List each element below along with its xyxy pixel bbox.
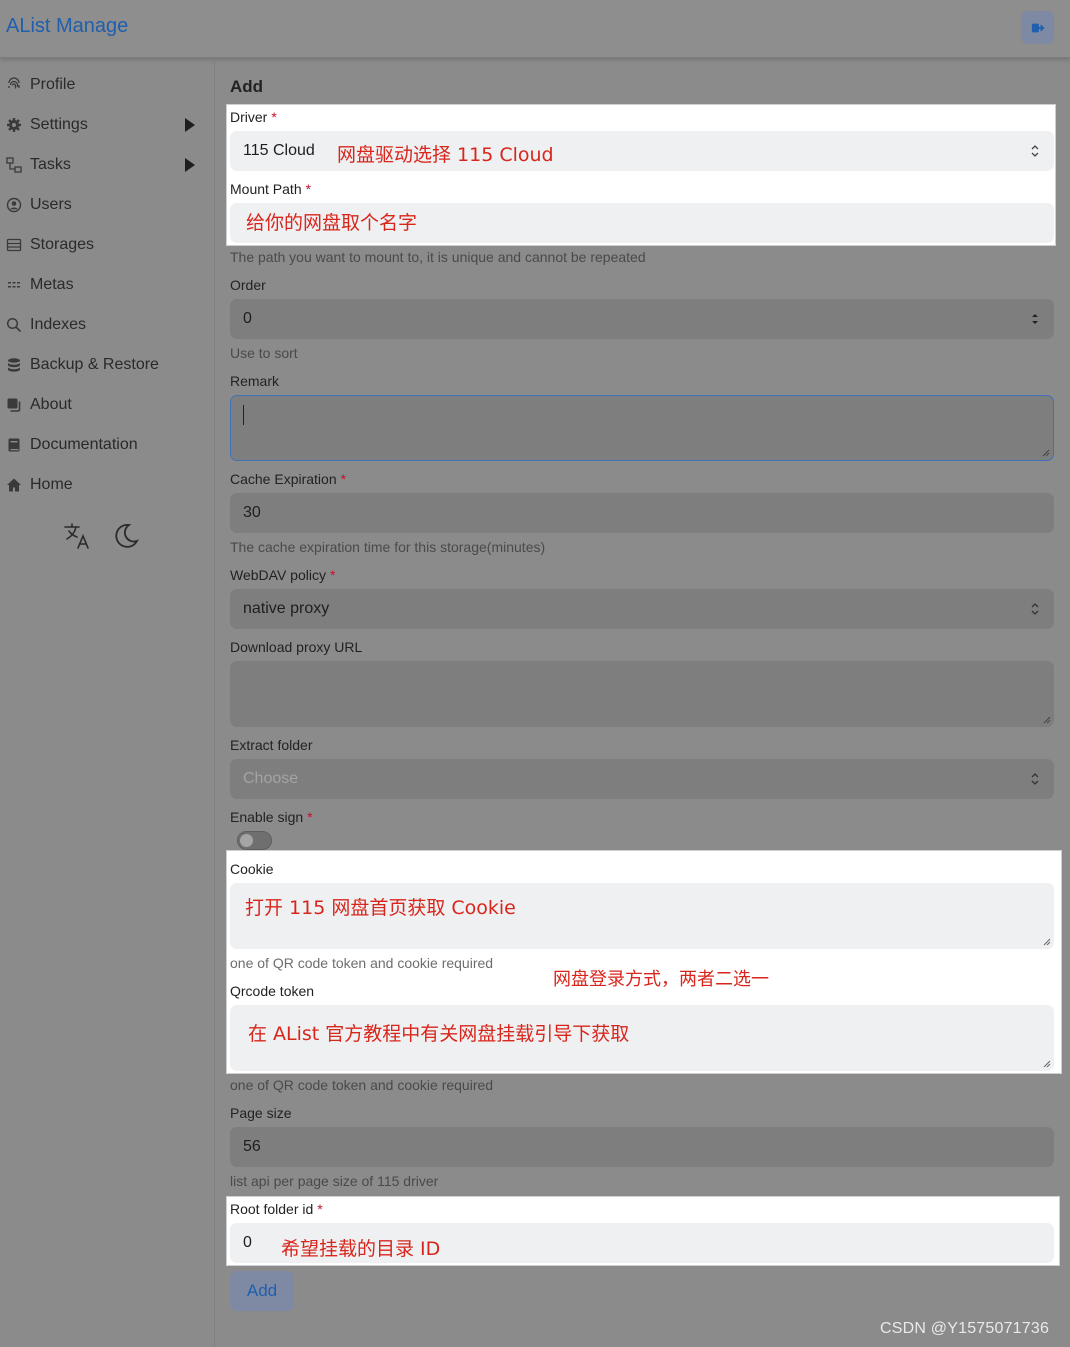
sidebar-item-label: Profile bbox=[30, 76, 76, 93]
enable-sign-label: Enable sign * bbox=[230, 809, 313, 825]
mount-path-label: Mount Path * bbox=[230, 181, 312, 197]
order-input[interactable]: 0 bbox=[230, 299, 1054, 339]
webdav-policy-select[interactable]: native proxy bbox=[230, 589, 1054, 629]
download-proxy-url-label: Download proxy URL bbox=[230, 639, 363, 655]
caret-right-icon bbox=[185, 158, 195, 172]
qrcode-token-label: Qrcode token bbox=[230, 983, 315, 999]
gear-icon bbox=[6, 117, 22, 133]
sidebar-item-documentation[interactable]: Documentation bbox=[0, 425, 214, 465]
chevron-updown-icon bbox=[1031, 145, 1039, 157]
resize-grip-icon[interactable] bbox=[1043, 1060, 1051, 1068]
sidebar-item-profile[interactable]: Profile bbox=[0, 65, 214, 105]
annotation-login-method: 网盘登录方式，两者二选一 bbox=[553, 969, 769, 990]
sidebar-item-label: Settings bbox=[30, 116, 88, 133]
translate-icon[interactable] bbox=[62, 521, 92, 551]
cookie-hint: one of QR code token and cookie required bbox=[230, 955, 494, 971]
annotation-cookie: 打开 115 网盘首页获取 Cookie bbox=[245, 897, 516, 919]
cache-expiration-input[interactable]: 30 bbox=[230, 493, 1054, 533]
annotation-qrcode: 在 AList 官方教程中有关网盘挂载引导下获取 bbox=[248, 1023, 630, 1045]
resize-grip-icon[interactable] bbox=[1043, 938, 1051, 946]
order-hint: Use to sort bbox=[230, 345, 298, 361]
storage-icon bbox=[6, 237, 22, 253]
watermark: CSDN @Y1575071736 bbox=[880, 1320, 1050, 1337]
text-caret bbox=[243, 405, 244, 425]
sidebar-item-label: Metas bbox=[30, 276, 74, 293]
resize-grip-icon[interactable] bbox=[1042, 449, 1050, 457]
sidebar-item-label: Home bbox=[30, 476, 73, 493]
sidebar-item-label: Users bbox=[30, 196, 72, 213]
search-icon bbox=[6, 317, 22, 333]
brand-title[interactable]: AList Manage bbox=[6, 15, 128, 38]
home-icon bbox=[6, 477, 22, 493]
page-title: Add bbox=[230, 77, 264, 96]
page-size-input[interactable]: 56 bbox=[230, 1127, 1054, 1167]
sidebar-item-label: Backup & Restore bbox=[30, 356, 159, 373]
sidebar-item-storages[interactable]: Storages bbox=[0, 225, 214, 265]
sidebar-item-metas[interactable]: Metas bbox=[0, 265, 214, 305]
page-size-label: Page size bbox=[230, 1105, 292, 1121]
logout-button[interactable] bbox=[1021, 11, 1054, 44]
sidebar: Profile Settings Tasks Users Storages Me… bbox=[0, 59, 215, 1347]
annotation-driver: 网盘驱动选择 115 Cloud bbox=[337, 144, 554, 166]
sidebar-item-users[interactable]: Users bbox=[0, 185, 214, 225]
remark-label: Remark bbox=[230, 373, 280, 389]
sidebar-tools bbox=[62, 517, 142, 553]
sidebar-item-indexes[interactable]: Indexes bbox=[0, 305, 214, 345]
extract-folder-select[interactable]: Choose bbox=[230, 759, 1054, 799]
sidebar-item-home[interactable]: Home bbox=[0, 465, 214, 505]
sidebar-item-backup-restore[interactable]: Backup & Restore bbox=[0, 345, 214, 385]
root-folder-id-label: Root folder id * bbox=[230, 1201, 323, 1217]
database-icon bbox=[6, 357, 22, 373]
caret-right-icon bbox=[185, 118, 195, 132]
logout-icon bbox=[1031, 23, 1044, 32]
page-size-hint: list api per page size of 115 driver bbox=[230, 1173, 439, 1189]
annotation-mount-path: 给你的网盘取个名字 bbox=[246, 212, 418, 234]
driver-label: Driver * bbox=[230, 109, 277, 125]
top-header: AList Manage bbox=[0, 0, 1070, 58]
sidebar-item-tasks[interactable]: Tasks bbox=[0, 145, 214, 185]
fingerprint-icon bbox=[6, 77, 22, 93]
resize-grip-icon[interactable] bbox=[1043, 716, 1051, 724]
sidebar-item-label: About bbox=[30, 396, 72, 413]
chevron-updown-icon bbox=[1031, 773, 1039, 785]
extract-folder-label: Extract folder bbox=[230, 737, 313, 753]
moon-icon[interactable] bbox=[110, 521, 140, 551]
sidebar-item-label: Tasks bbox=[30, 156, 71, 173]
sidebar-item-label: Documentation bbox=[30, 436, 138, 453]
download-proxy-url-textarea[interactable] bbox=[230, 661, 1054, 727]
cache-expiration-hint: The cache expiration time for this stora… bbox=[230, 539, 546, 555]
cookie-label: Cookie bbox=[230, 861, 274, 877]
qrcode-token-hint: one of QR code token and cookie required bbox=[230, 1077, 494, 1093]
book-icon bbox=[6, 437, 22, 453]
tasks-icon bbox=[6, 157, 22, 173]
webdav-policy-label: WebDAV policy * bbox=[230, 567, 336, 583]
metas-icon bbox=[6, 277, 22, 293]
sidebar-item-about[interactable]: About bbox=[0, 385, 214, 425]
cache-expiration-label: Cache Expiration * bbox=[230, 471, 347, 487]
enable-sign-toggle[interactable] bbox=[237, 831, 272, 850]
order-label: Order bbox=[230, 277, 266, 293]
mount-path-hint: The path you want to mount to, it is uni… bbox=[230, 249, 646, 265]
sidebar-item-settings[interactable]: Settings bbox=[0, 105, 214, 145]
sidebar-item-label: Storages bbox=[30, 236, 95, 253]
annotation-root-folder: 希望挂载的目录 ID bbox=[281, 1238, 441, 1260]
user-circle-icon bbox=[6, 197, 22, 213]
stepper-icon[interactable] bbox=[1030, 312, 1040, 326]
chevron-updown-icon bbox=[1031, 603, 1039, 615]
remark-textarea[interactable] bbox=[230, 395, 1054, 461]
toggle-knob bbox=[240, 834, 253, 847]
sidebar-item-label: Indexes bbox=[30, 316, 87, 333]
copy-icon bbox=[6, 397, 22, 413]
add-button[interactable]: Add bbox=[230, 1271, 294, 1311]
